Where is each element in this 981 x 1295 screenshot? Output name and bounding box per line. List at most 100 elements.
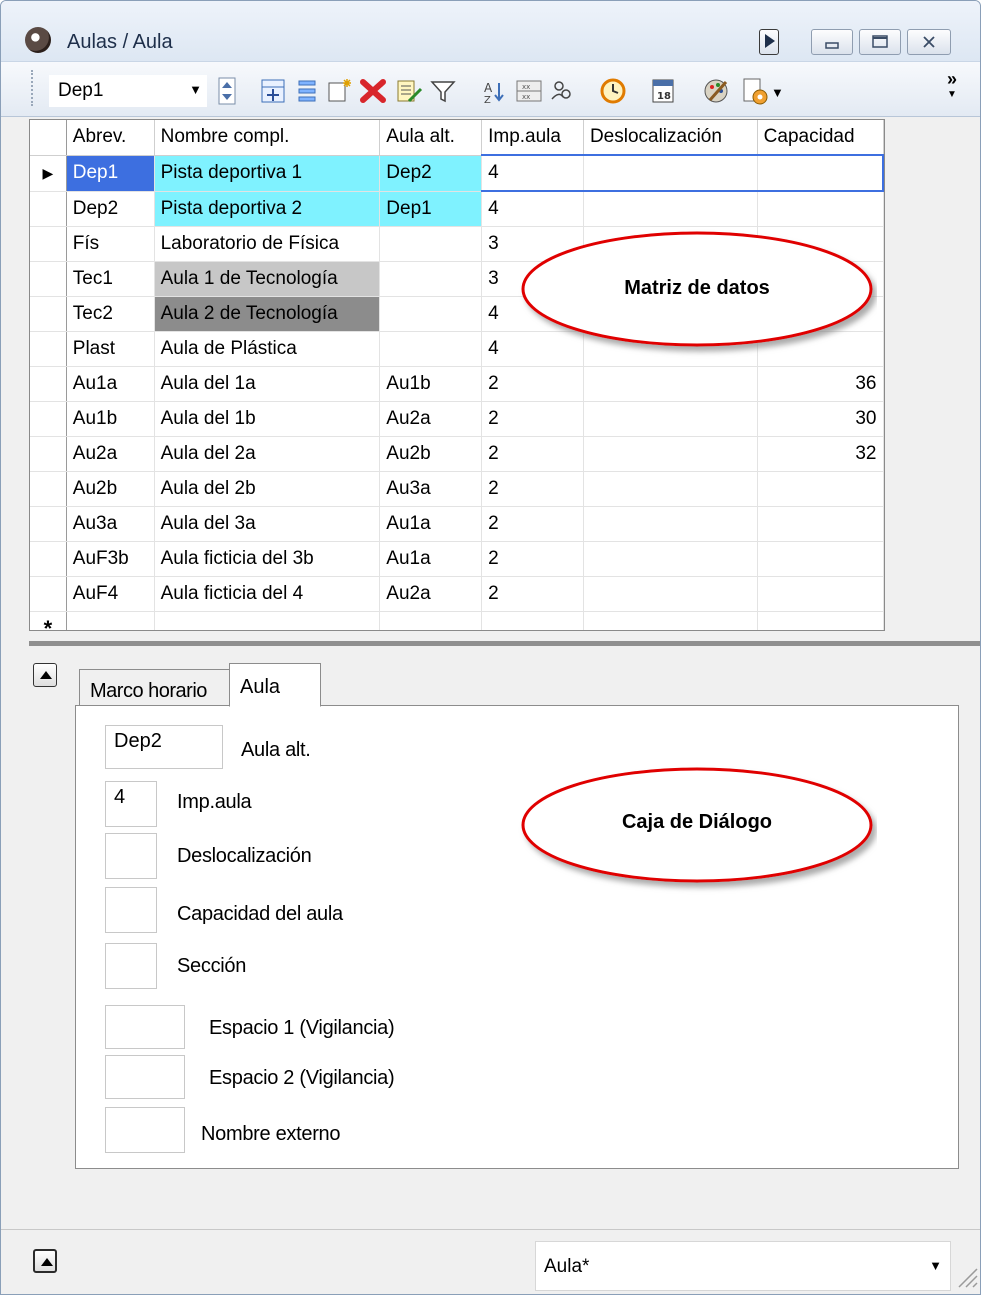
nombre-cell[interactable]: Aula 2 de Tecnología bbox=[154, 296, 381, 332]
minimize-button[interactable] bbox=[811, 29, 853, 55]
alt-cell[interactable] bbox=[379, 296, 483, 332]
alt-cell[interactable] bbox=[379, 226, 483, 262]
nombre-cell[interactable]: Aula del 1a bbox=[154, 366, 381, 402]
imp-cell[interactable]: 2 bbox=[481, 366, 584, 402]
expand-button[interactable] bbox=[33, 1249, 57, 1273]
imp-cell[interactable]: 4 bbox=[481, 191, 584, 227]
cap-cell[interactable]: 36 bbox=[757, 366, 884, 402]
nombre-cell[interactable]: Laboratorio de Física bbox=[154, 226, 381, 262]
nombre-cell[interactable]: Aula del 2a bbox=[154, 436, 381, 472]
deslocalizacion-field[interactable] bbox=[105, 833, 157, 879]
tab-aula[interactable]: Aula bbox=[229, 663, 321, 707]
column-header[interactable]: Capacidad bbox=[757, 120, 884, 156]
abrev-cell[interactable]: Fís bbox=[66, 226, 155, 262]
abrev-cell[interactable]: Tec1 bbox=[66, 261, 155, 297]
table-row[interactable]: Au2b Aula del 2b Au3a 2 bbox=[30, 471, 884, 507]
filter-button[interactable] bbox=[427, 75, 459, 107]
abrev-cell[interactable]: AuF3b bbox=[66, 541, 155, 577]
nombre-cell[interactable]: Aula del 1b bbox=[154, 401, 381, 437]
nombre-cell[interactable]: Aula 1 de Tecnología bbox=[154, 261, 381, 297]
cap-cell[interactable]: 30 bbox=[757, 401, 884, 437]
column-header[interactable]: Imp.aula bbox=[481, 120, 584, 156]
row-header[interactable] bbox=[30, 296, 67, 332]
row-header[interactable] bbox=[30, 261, 67, 297]
element-selector-combo[interactable]: Dep1 ▼ bbox=[49, 75, 207, 107]
new-cell[interactable] bbox=[154, 611, 381, 630]
abrev-cell[interactable]: Tec2 bbox=[66, 296, 155, 332]
espacio2-field[interactable] bbox=[105, 1055, 185, 1099]
play-button[interactable] bbox=[759, 29, 779, 55]
form-selector-combo[interactable]: Aula* ▼ bbox=[535, 1241, 951, 1291]
print-options-button[interactable] bbox=[739, 75, 771, 107]
table-row[interactable]: Au3a Aula del 3a Au1a 2 bbox=[30, 506, 884, 542]
list-view-button[interactable] bbox=[291, 75, 323, 107]
close-button[interactable] bbox=[907, 29, 951, 55]
table-row[interactable]: AuF3b Aula ficticia del 3b Au1a 2 bbox=[30, 541, 884, 577]
nombre-cell[interactable]: Pista deportiva 1 bbox=[154, 155, 381, 192]
capacidad-field[interactable] bbox=[105, 887, 157, 933]
maximize-button[interactable] bbox=[859, 29, 901, 55]
table-row[interactable]: Au1b Aula del 1b Au2a 2 30 bbox=[30, 401, 884, 437]
imp-cell[interactable]: 2 bbox=[481, 576, 584, 612]
cap-cell[interactable] bbox=[757, 576, 884, 612]
nombre-externo-field[interactable] bbox=[105, 1107, 185, 1153]
table-row[interactable]: AuF4 Aula ficticia del 4 Au2a 2 bbox=[30, 576, 884, 612]
row-header[interactable] bbox=[30, 471, 67, 507]
row-header[interactable] bbox=[30, 436, 67, 472]
panel-splitter[interactable] bbox=[29, 641, 980, 646]
row-header[interactable] bbox=[30, 576, 67, 612]
abrev-cell[interactable]: Dep1 bbox=[66, 155, 155, 192]
new-row[interactable]: * bbox=[30, 611, 884, 630]
table-row[interactable]: ▶ Dep1 Pista deportiva 1 Dep2 4 bbox=[30, 154, 884, 192]
alt-cell[interactable] bbox=[379, 331, 483, 367]
alt-cell[interactable]: Dep1 bbox=[379, 191, 483, 227]
seccion-field[interactable] bbox=[105, 943, 157, 989]
nombre-cell[interactable]: Aula del 2b bbox=[154, 471, 381, 507]
alt-cell[interactable]: Au1a bbox=[379, 541, 483, 577]
data-grid[interactable]: Abrev. Nombre compl. Aula alt. Imp.aula … bbox=[29, 119, 885, 631]
imp-cell[interactable]: 2 bbox=[481, 436, 584, 472]
desloc-cell[interactable] bbox=[583, 154, 758, 192]
imp-cell[interactable]: 2 bbox=[481, 471, 584, 507]
new-row-marker[interactable]: * bbox=[30, 611, 67, 630]
add-row-button[interactable] bbox=[257, 75, 289, 107]
edit-list-button[interactable] bbox=[393, 75, 425, 107]
imp-aula-field[interactable]: 4 bbox=[105, 781, 157, 827]
desloc-cell[interactable] bbox=[583, 436, 758, 472]
column-header[interactable]: Nombre compl. bbox=[154, 120, 381, 156]
collapse-dialog-button[interactable] bbox=[33, 663, 57, 687]
row-header[interactable] bbox=[30, 366, 67, 402]
row-header[interactable] bbox=[30, 331, 67, 367]
toolbar-grip[interactable] bbox=[31, 70, 35, 106]
imp-cell[interactable]: 2 bbox=[481, 506, 584, 542]
tab-marco-horario[interactable]: Marco horario bbox=[79, 669, 231, 707]
alt-cell[interactable]: Au3a bbox=[379, 471, 483, 507]
alt-cell[interactable]: Au1b bbox=[379, 366, 483, 402]
column-header[interactable]: Aula alt. bbox=[379, 120, 483, 156]
cap-cell[interactable] bbox=[757, 191, 884, 227]
resize-grip[interactable] bbox=[955, 1265, 979, 1294]
abrev-cell[interactable]: Au3a bbox=[66, 506, 155, 542]
cap-cell[interactable]: 32 bbox=[757, 436, 884, 472]
nombre-cell[interactable]: Aula del 3a bbox=[154, 506, 381, 542]
cap-cell[interactable] bbox=[757, 154, 884, 192]
desloc-cell[interactable] bbox=[583, 471, 758, 507]
alt-cell[interactable]: Au1a bbox=[379, 506, 483, 542]
spin-updown-button[interactable] bbox=[211, 75, 243, 107]
alt-cell[interactable]: Au2a bbox=[379, 576, 483, 612]
cap-cell[interactable] bbox=[757, 506, 884, 542]
calendar-button[interactable]: 18 bbox=[647, 75, 679, 107]
sort-button[interactable]: AZ bbox=[479, 75, 511, 107]
desloc-cell[interactable] bbox=[583, 541, 758, 577]
toolbar-overflow-button[interactable]: » ▼ bbox=[947, 70, 957, 103]
desloc-cell[interactable] bbox=[583, 366, 758, 402]
row-header[interactable] bbox=[30, 226, 67, 262]
abrev-cell[interactable]: Plast bbox=[66, 331, 155, 367]
row-header[interactable] bbox=[30, 401, 67, 437]
imp-cell[interactable]: 2 bbox=[481, 541, 584, 577]
table-row[interactable]: Au2a Aula del 2a Au2b 2 32 bbox=[30, 436, 884, 472]
desloc-cell[interactable] bbox=[583, 506, 758, 542]
delete-button[interactable] bbox=[357, 75, 389, 107]
desloc-cell[interactable] bbox=[583, 576, 758, 612]
row-header[interactable] bbox=[30, 191, 67, 227]
